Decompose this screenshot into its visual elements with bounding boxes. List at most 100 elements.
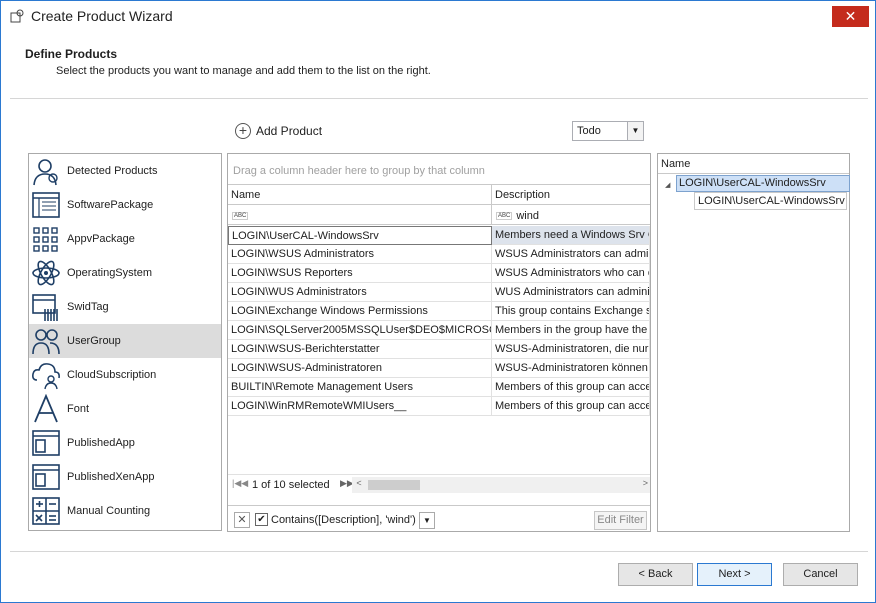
name-filter-cell[interactable]: ABC xyxy=(228,205,492,225)
product-type-label: OperatingSystem xyxy=(67,267,152,279)
row-name-cell: LOGIN\WSUS Administrators xyxy=(228,245,492,264)
user-search-icon xyxy=(29,155,63,187)
pager-selection-text: 1 of 10 selected xyxy=(252,479,330,491)
product-type-publishedxenapp[interactable]: PublishedXenApp xyxy=(29,460,221,494)
table-row[interactable]: LOGIN\WinRMRemoteWMIUsers__ Members of t… xyxy=(228,397,650,416)
page-subtitle: Select the products you want to manage a… xyxy=(56,65,431,77)
published-app-icon xyxy=(29,427,63,459)
appv-package-icon xyxy=(29,223,63,255)
filter-enabled-checkbox[interactable]: ✔ xyxy=(255,513,268,526)
column-header-name[interactable]: Name xyxy=(658,154,849,174)
row-description-cell: WSUS-Administratoren können c xyxy=(492,359,650,378)
cancel-button[interactable]: Cancel xyxy=(783,563,858,586)
add-product-label: Add Product xyxy=(256,124,323,138)
table-row[interactable]: LOGIN\WSUS Administrators WSUS Administr… xyxy=(228,245,650,264)
table-row[interactable]: LOGIN\WSUS-Berichterstatter WSUS-Adminis… xyxy=(228,340,650,359)
table-row[interactable]: LOGIN\Exchange Windows Permissions This … xyxy=(228,302,650,321)
row-name-cell: LOGIN\Exchange Windows Permissions xyxy=(228,302,492,321)
row-name-cell: LOGIN\WUS Administrators xyxy=(228,283,492,302)
tree-child-node[interactable]: LOGIN\UserCAL-WindowsSrv xyxy=(694,192,847,210)
published-xenapp-icon xyxy=(29,461,63,493)
table-row[interactable]: LOGIN\SQLServer2005MSSQLUser$DEO$MICROSO… xyxy=(228,321,650,340)
font-icon xyxy=(29,393,63,425)
app-icon xyxy=(10,9,24,23)
product-type-cloudsubscription[interactable]: CloudSubscription xyxy=(29,358,221,392)
column-header-name[interactable]: Name xyxy=(228,185,492,205)
scroll-right-icon[interactable]: > xyxy=(643,478,648,488)
cloud-user-icon xyxy=(29,359,63,391)
horizontal-scrollbar[interactable]: < > xyxy=(352,477,650,493)
grid-pager: |◀◀ 1 of 10 selected ▶▶| < > xyxy=(228,474,650,494)
text-filter-icon: ABC xyxy=(232,212,249,220)
product-type-label: PublishedXenApp xyxy=(67,471,155,483)
filter-expression[interactable]: Contains([Description], 'wind') xyxy=(271,514,416,526)
product-type-operatingsystem[interactable]: OperatingSystem xyxy=(29,256,221,290)
row-name-cell: LOGIN\WSUS-Administratoren xyxy=(228,359,492,378)
next-button[interactable]: Next > xyxy=(697,563,772,586)
tree-node[interactable]: LOGIN\UserCAL-WindowsSrv xyxy=(676,175,850,192)
clear-filter-icon[interactable]: ✕ xyxy=(234,512,250,528)
description-filter-cell[interactable]: ABC wind xyxy=(492,205,650,225)
products-grid: Drag a column header here to group by th… xyxy=(227,153,651,532)
product-type-label: SoftwarePackage xyxy=(67,199,154,211)
row-name-cell: LOGIN\SQLServer2005MSSQLUser$DEO$MICROSO… xyxy=(228,321,492,340)
wizard-window: Create Product Wizard ✕ Define Products … xyxy=(0,0,876,603)
filter-combo[interactable]: Todo ▼ xyxy=(572,121,644,141)
filter-combo-value: Todo xyxy=(577,125,601,137)
product-type-label: UserGroup xyxy=(67,335,121,347)
filter-panel: ✕ ✔ Contains([Description], 'wind') ▼ Ed… xyxy=(228,505,650,531)
plus-circle-icon: + xyxy=(235,123,251,139)
product-type-swidtag[interactable]: SwidTag xyxy=(29,290,221,324)
row-description-cell: Members need a Windows Srv C xyxy=(492,226,650,245)
row-description-cell: Members in the group have the r xyxy=(492,321,650,340)
row-description-cell: This group contains Exchange se xyxy=(492,302,650,321)
title-bar: Create Product Wizard ✕ xyxy=(1,1,875,31)
product-type-font[interactable]: Font xyxy=(29,392,221,426)
selected-products-tree: Name ◢ LOGIN\UserCAL-WindowsSrv LOGIN\Us… xyxy=(657,153,850,532)
product-type-manual-counting[interactable]: Manual Counting xyxy=(29,494,221,528)
product-type-usergroup[interactable]: UserGroup xyxy=(29,324,221,358)
product-type-label: Font xyxy=(67,403,90,415)
wizard-header: Define Products Select the products you … xyxy=(10,31,868,99)
product-type-list: Detected Products SoftwarePackage AppvPa… xyxy=(28,153,222,531)
product-type-appvpackage[interactable]: AppvPackage xyxy=(29,222,221,256)
chevron-down-icon[interactable]: ▼ xyxy=(419,512,435,529)
row-description-cell: WUS Administrators can adminis xyxy=(492,283,650,302)
scrollbar-thumb[interactable] xyxy=(368,480,420,490)
column-header-description[interactable]: Description xyxy=(492,185,650,205)
add-product-button[interactable]: + Add Product xyxy=(235,123,322,139)
row-name-cell: LOGIN\WSUS-Berichterstatter xyxy=(228,340,492,359)
footer-divider xyxy=(10,551,868,552)
window-title: Create Product Wizard xyxy=(31,8,173,24)
scroll-left-icon[interactable]: < xyxy=(352,478,366,488)
calculator-icon xyxy=(29,495,63,527)
row-description-cell: WSUS-Administratoren, die nur E xyxy=(492,340,650,359)
group-by-panel[interactable]: Drag a column header here to group by th… xyxy=(228,154,650,185)
text-filter-icon: ABC xyxy=(496,212,513,220)
barcode-icon xyxy=(29,291,63,323)
edit-filter-button[interactable]: Edit Filter xyxy=(594,511,647,530)
table-row[interactable]: LOGIN\UserCAL-WindowsSrv Members need a … xyxy=(228,226,650,245)
row-name-cell: LOGIN\UserCAL-WindowsSrv xyxy=(228,226,492,245)
product-type-label: AppvPackage xyxy=(67,233,135,245)
product-type-publishedapp[interactable]: PublishedApp xyxy=(29,426,221,460)
table-row[interactable]: BUILTIN\Remote Management Users Members … xyxy=(228,378,650,397)
product-type-softwarepackage[interactable]: SoftwarePackage xyxy=(29,188,221,222)
product-type-label: Detected Products xyxy=(67,165,158,177)
software-package-icon xyxy=(29,189,63,221)
table-row[interactable]: LOGIN\WSUS-Administratoren WSUS-Administ… xyxy=(228,359,650,378)
product-type-detected-products[interactable]: Detected Products xyxy=(29,154,221,188)
table-row[interactable]: LOGIN\WSUS Reporters WSUS Administrators… xyxy=(228,264,650,283)
product-type-label: CloudSubscription xyxy=(67,369,157,381)
row-description-cell: Members of this group can acces xyxy=(492,378,650,397)
product-type-label: SwidTag xyxy=(67,301,109,313)
user-group-icon xyxy=(29,325,63,357)
product-type-label: PublishedApp xyxy=(67,437,135,449)
table-row[interactable]: LOGIN\WUS Administrators WUS Administrat… xyxy=(228,283,650,302)
close-button[interactable]: ✕ xyxy=(832,6,869,27)
collapse-triangle-icon[interactable]: ◢ xyxy=(665,181,670,189)
atom-icon xyxy=(29,257,63,289)
first-page-icon[interactable]: |◀◀ xyxy=(232,478,248,489)
back-button[interactable]: < Back xyxy=(618,563,693,586)
chevron-down-icon[interactable]: ▼ xyxy=(627,122,643,140)
